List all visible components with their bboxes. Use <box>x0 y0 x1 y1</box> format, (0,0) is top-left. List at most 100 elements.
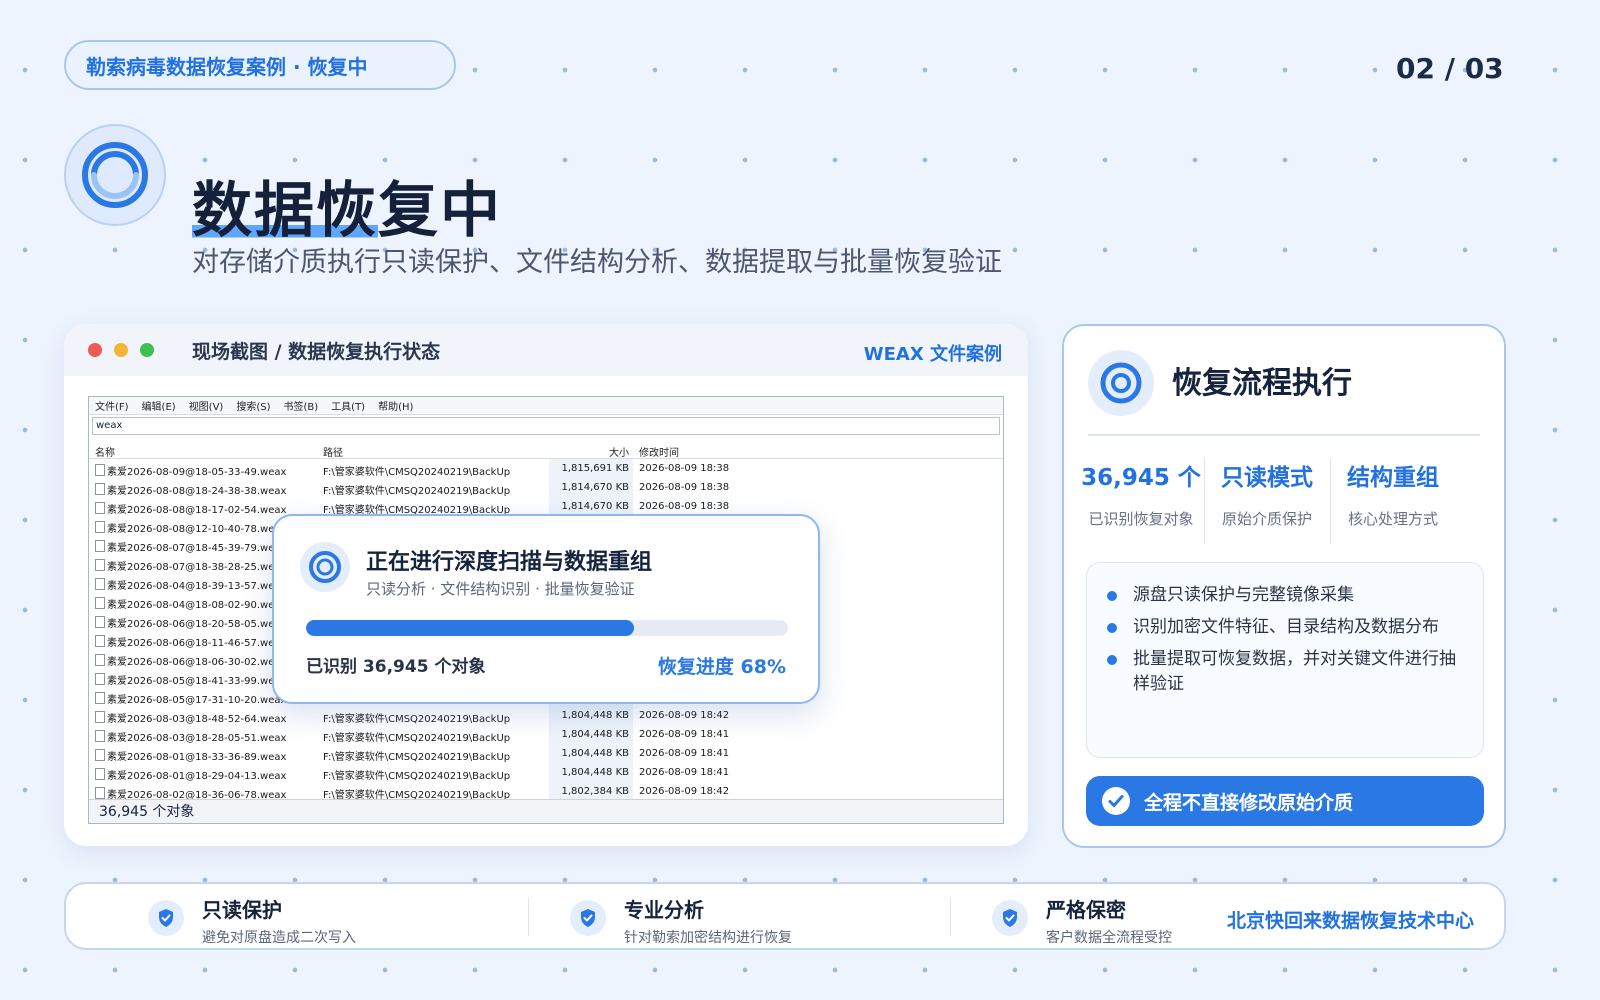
page-title: 数据恢复中 <box>192 162 502 249</box>
process-icon <box>1088 350 1154 416</box>
list-item: 源盘只读保护与完整镜像采集 <box>1107 583 1463 608</box>
file-name: 素爱2026-08-01@18-33-36-89.weax <box>95 748 286 763</box>
file-modified: 2026-08-09 18:38 <box>639 501 730 512</box>
no-modify-button[interactable]: 全程不直接修改原始介质 <box>1086 776 1484 826</box>
table-row[interactable]: 素爱2026-08-03@18-48-52-64.weax F:\管家婆软件\CM… <box>89 707 1003 726</box>
feature-desc: 避免对原盘造成二次写入 <box>202 930 356 946</box>
case-badge: 勒索病毒数据恢复案例 · 恢复中 <box>64 40 456 90</box>
feature-bar: 只读保护避免对原盘造成二次写入 专业分析针对勒索加密结构进行恢复 严格保密客户数… <box>64 882 1506 950</box>
feature-analysis: 专业分析针对勒索加密结构进行恢复 <box>570 894 792 947</box>
no-modify-label: 全程不直接修改原始介质 <box>1144 791 1354 814</box>
close-dot-icon <box>88 343 102 357</box>
file-size: 1,814,670 KB <box>561 482 630 493</box>
feature-readonly: 只读保护避免对原盘造成二次写入 <box>148 894 356 947</box>
check-icon <box>1102 787 1130 815</box>
file-name: 素爱2026-08-06@18-20-58-05.weax <box>95 615 286 630</box>
file-name: 素爱2026-08-05@18-41-33-99.weax <box>95 672 286 687</box>
file-name: 素爱2026-08-08@12-10-40-78.weax <box>95 520 286 535</box>
divider <box>528 898 529 936</box>
col-name[interactable]: 名称 <box>95 444 115 459</box>
file-name: 素爱2026-08-07@18-45-39-79.weax <box>95 539 286 554</box>
stat-value: 结构重组 <box>1347 465 1439 491</box>
stat-label: 原始介质保护 <box>1221 510 1312 528</box>
file-size: 1,802,384 KB <box>561 786 630 797</box>
scan-icon <box>300 542 350 592</box>
page-subtitle: 对存储介质执行只读保护、文件结构分析、数据提取与批量恢复验证 <box>192 247 1002 278</box>
file-name: 素爱2026-08-04@18-39-13-57.weax <box>95 577 286 592</box>
file-size: 1,804,448 KB <box>561 767 630 778</box>
feature-desc: 客户数据全流程受控 <box>1046 930 1172 946</box>
file-size: 1,814,670 KB <box>561 501 630 512</box>
file-modified: 2026-08-09 18:41 <box>639 729 730 740</box>
table-header: 名称 路径 大小 修改时间 <box>89 441 1003 459</box>
col-modified[interactable]: 修改时间 <box>639 444 679 459</box>
scan-title: 正在进行深度扫描与数据重组 <box>366 550 653 575</box>
menu-search[interactable]: 搜索(S) <box>236 398 270 413</box>
stat-identified: 36,945 个 已识别恢复对象 <box>1078 458 1204 529</box>
progress-label: 恢复进度 68% <box>657 656 786 678</box>
file-path: F:\管家婆软件\CMSQ20240219\BackUp <box>323 714 511 725</box>
list-item: 批量提取可恢复数据，并对关键文件进行抽样验证 <box>1107 647 1463 697</box>
file-path: F:\管家婆软件\CMSQ20240219\BackUp <box>323 467 511 478</box>
shield-icon <box>148 900 184 936</box>
menu-tools[interactable]: 工具(T) <box>331 398 365 413</box>
file-size: 1,804,448 KB <box>561 710 630 721</box>
menu-help[interactable]: 帮助(H) <box>378 398 413 413</box>
col-path[interactable]: 路径 <box>323 444 343 459</box>
search-input[interactable]: weax <box>92 417 1000 435</box>
file-size: 1,815,691 KB <box>561 463 630 474</box>
file-name: 素爱2026-08-08@18-24-38-38.weax <box>95 482 286 497</box>
progress-bar-fill <box>306 620 634 636</box>
feature-confidential: 严格保密客户数据全流程受控 <box>992 894 1172 947</box>
table-row[interactable]: 素爱2026-08-01@18-33-36-89.weax F:\管家婆软件\CM… <box>89 745 1003 764</box>
table-row[interactable]: 素爱2026-08-09@18-05-33-49.weax F:\管家婆软件\CM… <box>89 460 1003 479</box>
file-path: F:\管家婆软件\CMSQ20240219\BackUp <box>323 486 511 497</box>
menu-bookmarks[interactable]: 书签(B) <box>284 398 319 413</box>
table-row[interactable]: 素爱2026-08-03@18-28-05-51.weax F:\管家婆软件\CM… <box>89 726 1003 745</box>
menu-edit[interactable]: 编辑(E) <box>142 398 176 413</box>
divider <box>1088 434 1480 436</box>
file-path: F:\管家婆软件\CMSQ20240219\BackUp <box>323 752 511 763</box>
file-name: 素爱2026-08-06@18-06-30-02.weax <box>95 653 286 668</box>
feature-title: 只读保护 <box>202 898 282 922</box>
file-modified: 2026-08-09 18:42 <box>639 710 730 721</box>
shield-icon <box>570 900 606 936</box>
col-size[interactable]: 大小 <box>529 444 629 459</box>
menu-bar: 文件(F) 编辑(E) 视图(V) 搜索(S) 书签(B) 工具(T) 帮助(H… <box>89 397 1003 415</box>
stat-readonly: 只读模式 原始介质保护 <box>1204 458 1330 529</box>
screenshot-card-header: 现场截图 / 数据恢复执行状态 WEAX 文件案例 <box>64 324 1028 376</box>
file-size: 1,804,448 KB <box>561 748 630 759</box>
stat-label: 核心处理方式 <box>1347 510 1438 528</box>
process-title: 恢复流程执行 <box>1172 366 1352 401</box>
menu-view[interactable]: 视图(V) <box>189 398 224 413</box>
file-path: F:\管家婆软件\CMSQ20240219\BackUp <box>323 771 511 782</box>
process-panel: 恢复流程执行 36,945 个 已识别恢复对象 只读模式 原始介质保护 结构重组… <box>1062 324 1506 848</box>
file-modified: 2026-08-09 18:41 <box>639 748 730 759</box>
organization-name: 北京快回来数据恢复技术中心 <box>1226 910 1474 932</box>
recovery-logo-icon <box>64 124 166 226</box>
feature-title: 严格保密 <box>1046 898 1126 922</box>
feature-desc: 针对勒索加密结构进行恢复 <box>624 930 792 946</box>
file-name: 素爱2026-08-09@18-05-33-49.weax <box>95 463 286 478</box>
table-row[interactable]: 素爱2026-08-01@18-29-04-13.weax F:\管家婆软件\CM… <box>89 764 1003 783</box>
file-modified: 2026-08-09 18:41 <box>639 767 730 778</box>
screenshot-card-title: 现场截图 / 数据恢复执行状态 <box>192 340 441 363</box>
object-count: 36,945 个对象 <box>99 804 195 820</box>
scan-progress-dialog: 正在进行深度扫描与数据重组 只读分析 · 文件结构识别 · 批量恢复验证 已识别… <box>272 514 820 704</box>
file-name: 素爱2026-08-03@18-48-52-64.weax <box>95 710 286 725</box>
page-title-rest: 复中 <box>378 176 502 246</box>
file-name: 素爱2026-08-03@18-28-05-51.weax <box>95 729 286 744</box>
file-modified: 2026-08-09 18:42 <box>639 786 730 797</box>
table-row[interactable]: 素爱2026-08-08@18-24-38-38.weax F:\管家婆软件\CM… <box>89 479 1003 498</box>
menu-file[interactable]: 文件(F) <box>95 398 129 413</box>
feature-title: 专业分析 <box>624 898 704 922</box>
file-size: 1,804,448 KB <box>561 729 630 740</box>
list-item: 识别加密文件特征、目录结构及数据分布 <box>1107 615 1463 640</box>
divider <box>950 898 951 936</box>
case-tag: WEAX 文件案例 <box>863 344 1002 365</box>
minimize-dot-icon <box>114 343 128 357</box>
file-name: 素爱2026-08-06@18-11-46-57.weax <box>95 634 286 649</box>
stat-label: 已识别恢复对象 <box>1088 510 1194 528</box>
progress-bar <box>306 620 788 636</box>
file-name: 素爱2026-08-01@18-29-04-13.weax <box>95 767 286 782</box>
